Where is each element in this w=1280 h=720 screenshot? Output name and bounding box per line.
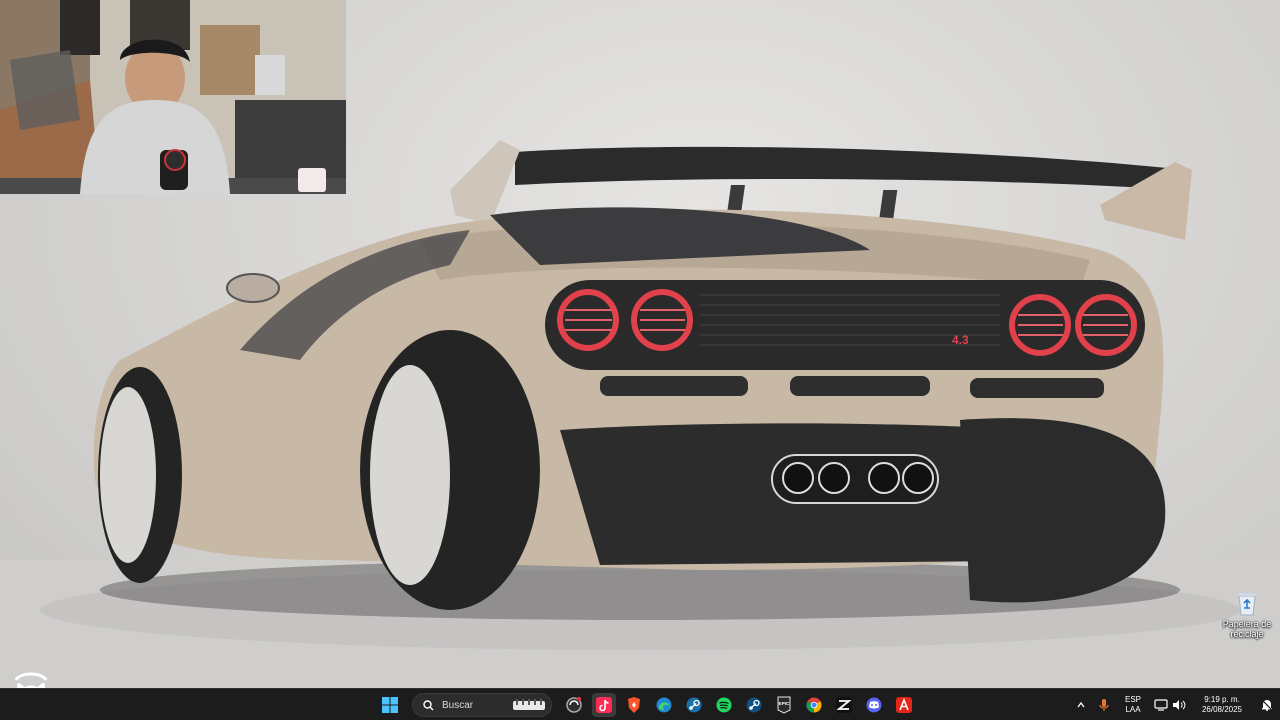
taskbar-app-edge[interactable] (652, 693, 676, 717)
taskbar-app-adobe[interactable] (892, 693, 916, 717)
webcam-feed (0, 0, 346, 194)
recycle-bin-label: Papelera de reciclaje (1222, 619, 1272, 639)
search-highlight-icon (513, 699, 545, 710)
network-icon (1154, 699, 1168, 711)
taskbar-app-tiktok[interactable] (592, 693, 616, 717)
plate-badge: 4.3 (952, 333, 969, 347)
windows-icon (382, 697, 398, 713)
taskbar-app-steam-2[interactable] (742, 693, 766, 717)
taskbar-app-chrome[interactable] (802, 693, 826, 717)
taskbar-app-brave[interactable] (622, 693, 646, 717)
svg-text:EPIC: EPIC (779, 701, 790, 706)
taskbar-app-steam[interactable] (682, 693, 706, 717)
search-placeholder: Buscar (442, 699, 474, 711)
spotify-icon (716, 697, 732, 713)
taskbar-app-epic-games[interactable]: EPIC (772, 693, 796, 717)
edge-icon (656, 697, 672, 713)
copilot-icon (566, 696, 582, 713)
quick-settings-button[interactable] (1150, 689, 1190, 720)
steam-icon (746, 697, 762, 713)
keyboard-layout-code: LAA (1125, 705, 1141, 714)
start-button[interactable] (378, 693, 402, 717)
discord-icon (866, 697, 882, 713)
taskbar-app-capcut[interactable] (832, 693, 856, 717)
microphone-icon (1099, 699, 1109, 711)
input-language-button[interactable]: ESP LAA (1116, 689, 1150, 720)
microphone-tray-button[interactable] (1092, 689, 1116, 720)
recycle-bin-shortcut[interactable]: Papelera de reciclaje (1222, 590, 1272, 639)
epic-games-icon: EPIC (777, 696, 791, 714)
tiktok-icon (596, 697, 612, 713)
capcut-icon (836, 697, 852, 713)
clock-button[interactable]: 9:19 p. m. 26/08/2025 (1190, 689, 1254, 720)
adobe-icon (896, 697, 912, 713)
steam-icon (686, 697, 702, 713)
volume-icon (1173, 700, 1186, 710)
clock-date: 26/08/2025 (1201, 705, 1243, 714)
brave-icon (628, 697, 640, 713)
clock-time: 9:19 p. m. (1204, 695, 1240, 704)
webcam-overlay (0, 0, 346, 194)
chevron-up-icon (1077, 701, 1085, 708)
taskbar-app-spotify[interactable] (712, 693, 736, 717)
recycle-bin-icon (1238, 593, 1256, 616)
taskbar-app-copilot[interactable] (562, 693, 586, 717)
notifications-button[interactable] (1254, 689, 1280, 720)
system-tray: ESP LAA 9:19 p. m. 26/08/2025 (1070, 689, 1280, 720)
search-icon (423, 699, 434, 710)
taskbar-app-discord[interactable] (862, 693, 886, 717)
taskbar-apps: Buscar EPIC (378, 689, 916, 720)
taskbar: Buscar EPIC ESP LAA 9:19 p. m. 26/08/202… (0, 688, 1280, 720)
language-code: ESP (1124, 695, 1141, 704)
show-hidden-icons-button[interactable] (1070, 689, 1092, 720)
chrome-icon (806, 697, 822, 713)
taskbar-search-box[interactable]: Buscar (412, 693, 552, 717)
notification-bell-icon (1261, 699, 1273, 711)
